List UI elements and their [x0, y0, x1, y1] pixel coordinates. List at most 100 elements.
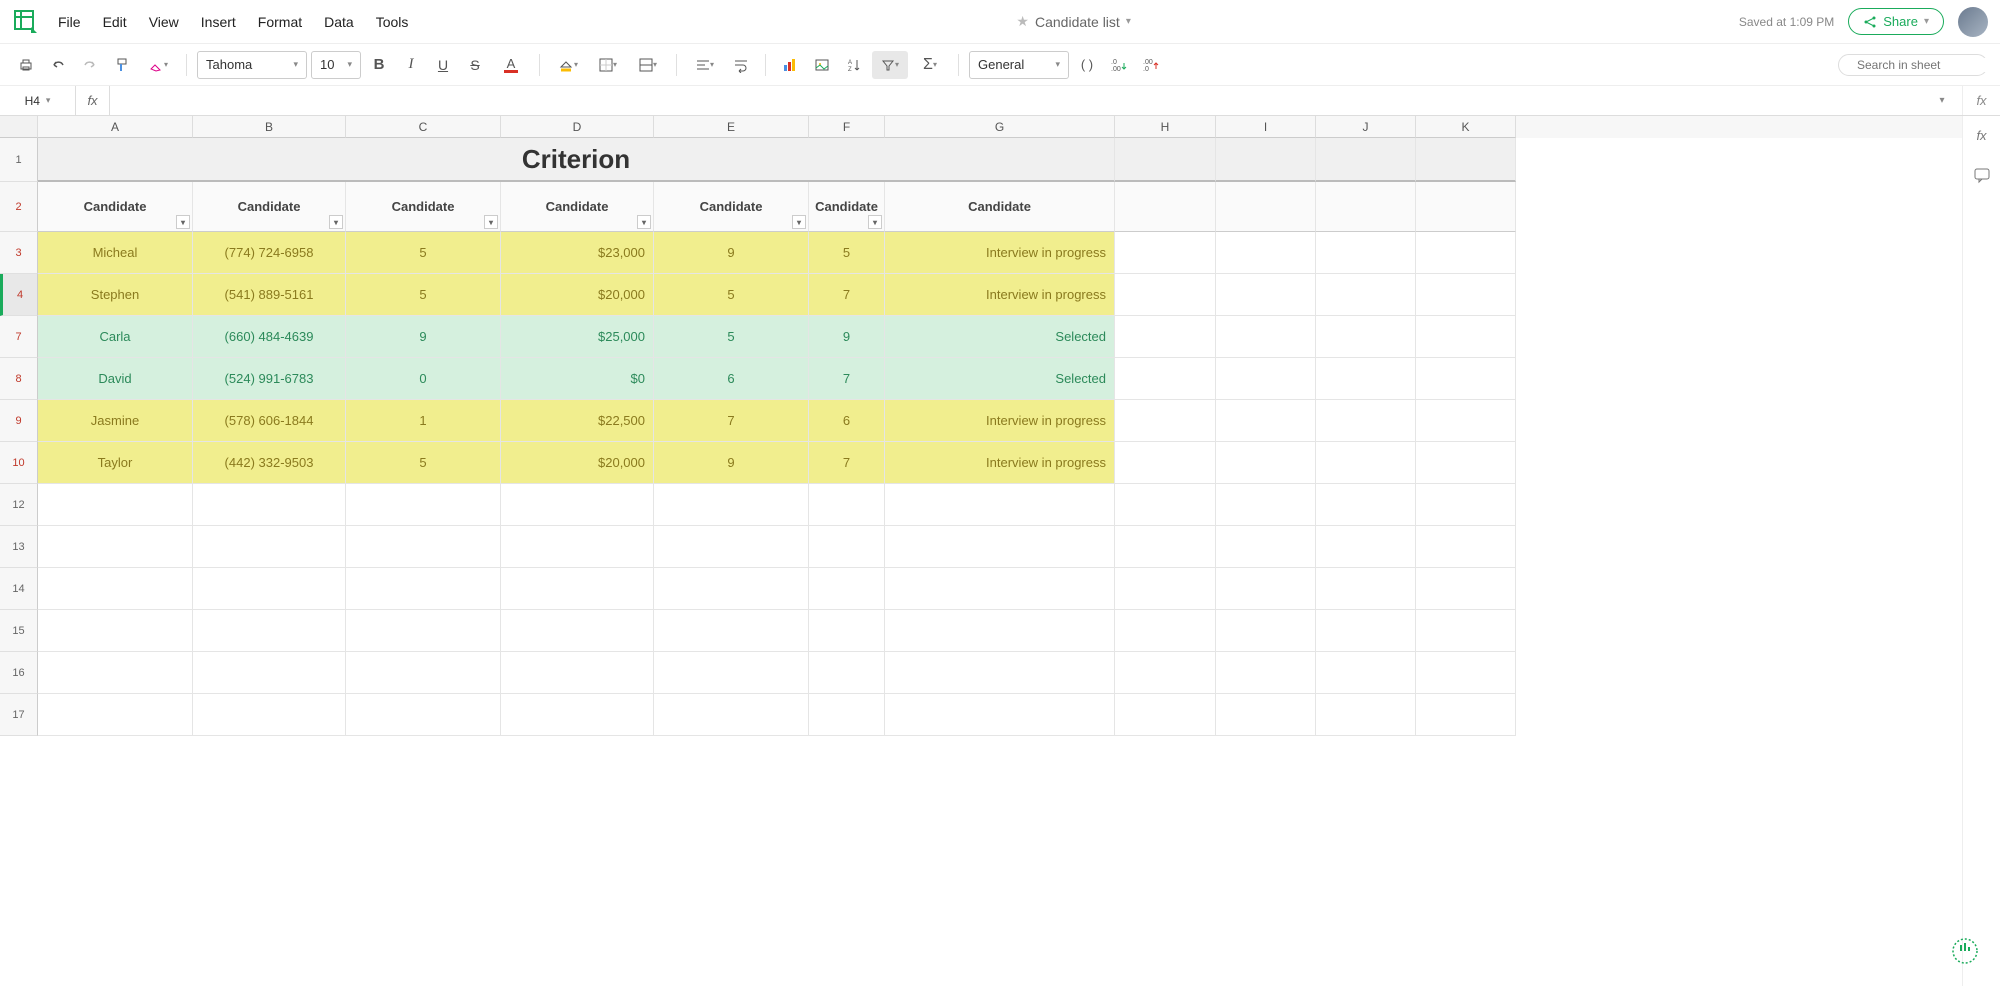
- cell[interactable]: [885, 484, 1115, 526]
- cell[interactable]: [346, 694, 501, 736]
- strikethrough-button[interactable]: S: [461, 51, 489, 79]
- cell[interactable]: [193, 652, 346, 694]
- cell[interactable]: [1115, 182, 1216, 232]
- user-avatar[interactable]: [1958, 7, 1988, 37]
- header-cell[interactable]: Candidate▾: [654, 182, 809, 232]
- cell[interactable]: [654, 526, 809, 568]
- row-header[interactable]: 1: [0, 138, 38, 182]
- cell[interactable]: [1216, 182, 1316, 232]
- filter-dropdown-icon[interactable]: ▾: [637, 215, 651, 229]
- cell[interactable]: [809, 652, 885, 694]
- cell[interactable]: [1216, 138, 1316, 182]
- cell[interactable]: [1316, 274, 1416, 316]
- cell[interactable]: [1316, 358, 1416, 400]
- cell[interactable]: [1416, 568, 1516, 610]
- data-cell[interactable]: 0: [346, 358, 501, 400]
- filter-dropdown-icon[interactable]: ▾: [176, 215, 190, 229]
- filter-dropdown-icon[interactable]: ▾: [484, 215, 498, 229]
- data-cell[interactable]: 7: [809, 358, 885, 400]
- fx-rail-icon[interactable]: fx: [1971, 124, 1993, 146]
- cell[interactable]: [1416, 316, 1516, 358]
- underline-button[interactable]: U: [429, 51, 457, 79]
- number-format-select[interactable]: General▾: [969, 51, 1069, 79]
- data-cell[interactable]: (660) 484-4639: [193, 316, 346, 358]
- cell[interactable]: [38, 568, 193, 610]
- cell[interactable]: [809, 484, 885, 526]
- fill-color-button[interactable]: ▾: [550, 51, 586, 79]
- undo-button[interactable]: [44, 51, 72, 79]
- data-cell[interactable]: 7: [809, 442, 885, 484]
- wrap-button[interactable]: [727, 51, 755, 79]
- cell[interactable]: [885, 694, 1115, 736]
- cell[interactable]: [1416, 610, 1516, 652]
- data-cell[interactable]: Interview in progress: [885, 442, 1115, 484]
- cell[interactable]: [654, 484, 809, 526]
- cell[interactable]: [1316, 400, 1416, 442]
- filter-dropdown-icon[interactable]: ▾: [868, 215, 882, 229]
- increase-decimal-button[interactable]: .0.00: [1105, 51, 1133, 79]
- data-cell[interactable]: 9: [654, 232, 809, 274]
- cell[interactable]: [1316, 610, 1416, 652]
- cell[interactable]: [1115, 652, 1216, 694]
- data-cell[interactable]: $23,000: [501, 232, 654, 274]
- sort-button[interactable]: AZ: [840, 51, 868, 79]
- data-cell[interactable]: (774) 724-6958: [193, 232, 346, 274]
- cell[interactable]: [1316, 232, 1416, 274]
- cell[interactable]: [346, 484, 501, 526]
- cell[interactable]: [1316, 694, 1416, 736]
- menu-format[interactable]: Format: [258, 14, 302, 30]
- cell[interactable]: [654, 652, 809, 694]
- col-header[interactable]: J: [1316, 116, 1416, 138]
- italic-button[interactable]: I: [397, 51, 425, 79]
- row-header[interactable]: 15: [0, 610, 38, 652]
- title-cell[interactable]: Criterion: [38, 138, 1115, 182]
- data-cell[interactable]: 5: [654, 316, 809, 358]
- cell[interactable]: [38, 526, 193, 568]
- data-cell[interactable]: Interview in progress: [885, 400, 1115, 442]
- data-cell[interactable]: 5: [346, 442, 501, 484]
- font-size-select[interactable]: 10▾: [311, 51, 361, 79]
- cell[interactable]: [654, 694, 809, 736]
- font-select[interactable]: Tahoma▾: [197, 51, 307, 79]
- row-header[interactable]: 16: [0, 652, 38, 694]
- redo-button[interactable]: [76, 51, 104, 79]
- cell[interactable]: [1316, 568, 1416, 610]
- cell[interactable]: [1216, 484, 1316, 526]
- data-cell[interactable]: (524) 991-6783: [193, 358, 346, 400]
- data-cell[interactable]: 5: [654, 274, 809, 316]
- filter-dropdown-icon[interactable]: ▾: [329, 215, 343, 229]
- cell[interactable]: [809, 610, 885, 652]
- chevron-down-icon[interactable]: ▾: [1126, 16, 1131, 27]
- select-all-corner[interactable]: [0, 116, 38, 138]
- col-header[interactable]: D: [501, 116, 654, 138]
- cell[interactable]: [654, 610, 809, 652]
- cell[interactable]: [501, 652, 654, 694]
- cell[interactable]: [193, 526, 346, 568]
- cell[interactable]: [1316, 138, 1416, 182]
- cell[interactable]: [1216, 526, 1316, 568]
- cell[interactable]: [1416, 274, 1516, 316]
- header-cell[interactable]: Candidate: [885, 182, 1115, 232]
- cell[interactable]: [346, 652, 501, 694]
- cell[interactable]: [346, 526, 501, 568]
- cell[interactable]: [885, 526, 1115, 568]
- cell[interactable]: [1216, 316, 1316, 358]
- search-input-wrap[interactable]: [1838, 54, 1988, 76]
- app-icon[interactable]: [12, 8, 40, 36]
- print-button[interactable]: [12, 51, 40, 79]
- data-cell[interactable]: 9: [809, 316, 885, 358]
- cell[interactable]: [193, 610, 346, 652]
- merge-button[interactable]: ▾: [630, 51, 666, 79]
- col-header[interactable]: B: [193, 116, 346, 138]
- cell[interactable]: [885, 652, 1115, 694]
- star-icon[interactable]: ★: [1016, 13, 1029, 30]
- col-header[interactable]: E: [654, 116, 809, 138]
- data-cell[interactable]: $22,500: [501, 400, 654, 442]
- cell[interactable]: [501, 526, 654, 568]
- cell[interactable]: [1115, 568, 1216, 610]
- col-header[interactable]: C: [346, 116, 501, 138]
- data-cell[interactable]: 1: [346, 400, 501, 442]
- row-header[interactable]: 9: [0, 400, 38, 442]
- cell[interactable]: [1416, 442, 1516, 484]
- search-input[interactable]: [1857, 58, 2000, 72]
